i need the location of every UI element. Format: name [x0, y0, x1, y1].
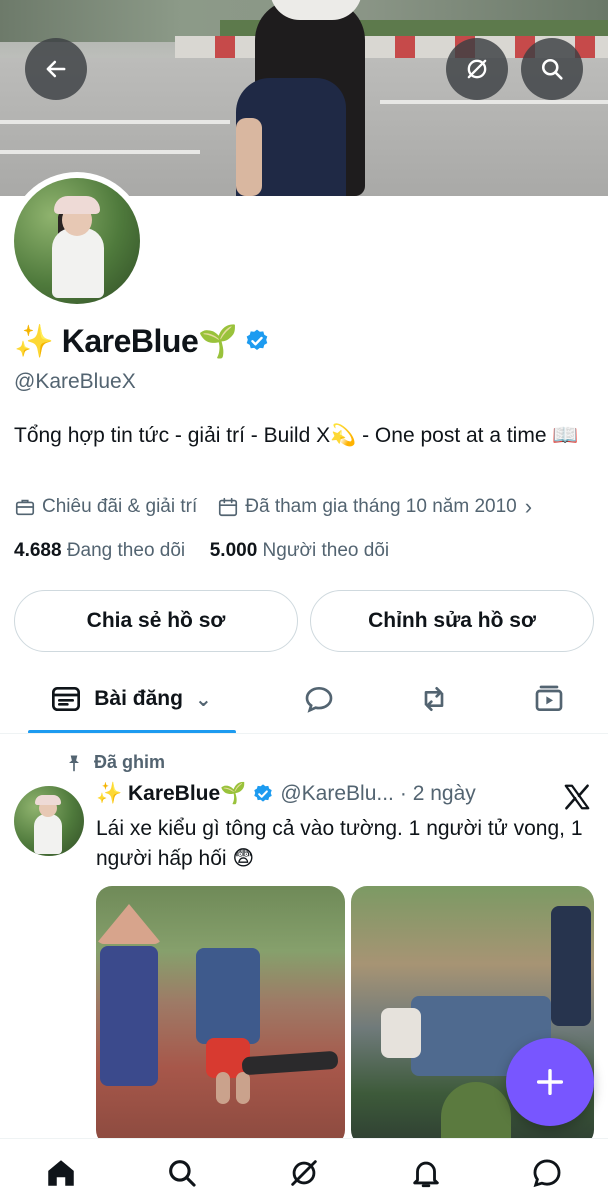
pinned-label: Đã ghim	[64, 752, 165, 773]
calendar-icon	[219, 497, 238, 517]
speech-bubble-icon	[305, 686, 333, 713]
back-button[interactable]	[25, 38, 87, 100]
plus-icon	[536, 1068, 564, 1096]
briefcase-icon	[15, 499, 35, 516]
tab-posts[interactable]: Bài đăng ⌄	[28, 668, 234, 730]
profile-joined: Đã tham gia tháng 10 năm 2010	[217, 496, 517, 518]
post-time: · 2 ngày	[399, 782, 476, 805]
profile-name: ✨ KareBlue🌱	[14, 323, 238, 359]
profile-meta: Chiêu đãi & giải trí Đã tham gia tháng 1…	[14, 494, 532, 520]
compose-post-button[interactable]	[506, 1038, 594, 1126]
nav-grok[interactable]	[284, 1153, 324, 1193]
search-button[interactable]	[521, 38, 583, 100]
bottom-navigation	[0, 1138, 608, 1200]
followers-stat[interactable]: 5.000 Người theo dõi	[210, 540, 389, 561]
tab-media[interactable]	[526, 668, 572, 730]
pin-icon	[69, 755, 79, 771]
feed-icon	[52, 687, 81, 711]
profile-banner[interactable]	[0, 0, 608, 196]
following-stat[interactable]: 4.688 Đang theo dõi	[14, 540, 185, 561]
post-text: Lái xe kiểu gì tông cả vào tường. 1 ngườ…	[96, 817, 583, 870]
tab-replies[interactable]	[296, 668, 342, 730]
video-icon	[535, 685, 563, 711]
share-profile-button[interactable]: Chia sẻ hồ sơ	[14, 590, 298, 652]
post-author-avatar[interactable]	[14, 786, 84, 856]
nav-messages[interactable]	[527, 1153, 567, 1193]
x-logo-icon[interactable]	[562, 782, 592, 812]
nav-search[interactable]	[162, 1153, 202, 1193]
profile-name-row: ✨ KareBlue🌱	[14, 322, 270, 360]
post-header: ✨ KareBlue🌱 @KareBlu... · 2 ngày	[96, 782, 476, 806]
grok-icon	[467, 59, 487, 79]
bell-icon	[413, 1161, 439, 1188]
profile-tabs: Bài đăng ⌄	[0, 668, 608, 734]
post-author-name[interactable]: ✨ KareBlue🌱	[96, 782, 246, 806]
chevron-down-icon: ⌄	[194, 688, 212, 711]
grok-button[interactable]	[446, 38, 508, 100]
nav-home[interactable]	[41, 1153, 81, 1193]
grok-icon	[291, 1160, 317, 1186]
message-icon	[533, 1159, 561, 1188]
follow-stats: 4.688 Đang theo dõi 5.000 Người theo dõi	[14, 540, 389, 562]
tab-reposts[interactable]	[411, 668, 457, 730]
verified-badge-icon	[254, 784, 273, 802]
profile-handle: @KareBlueX	[14, 370, 136, 393]
arrow-left-icon	[46, 60, 66, 78]
profile-category: Chiêu đãi & giải trí	[14, 496, 197, 518]
search-icon	[169, 1160, 196, 1187]
tabs-divider	[0, 733, 608, 734]
profile-bio: Tổng hợp tin tức - giải trí - Build X💫 -…	[14, 424, 579, 447]
profile-avatar[interactable]	[8, 172, 146, 310]
search-icon	[541, 58, 563, 80]
post-media-image-1[interactable]	[96, 886, 345, 1146]
edit-profile-button[interactable]: Chỉnh sửa hồ sơ	[310, 590, 594, 652]
home-icon	[48, 1160, 74, 1186]
chevron-right-icon[interactable]: ›	[525, 494, 532, 520]
nav-notifications[interactable]	[406, 1153, 446, 1193]
verified-badge-icon[interactable]	[244, 328, 270, 354]
post-author-handle[interactable]: @KareBlu...	[280, 782, 394, 806]
repost-icon	[424, 687, 444, 711]
